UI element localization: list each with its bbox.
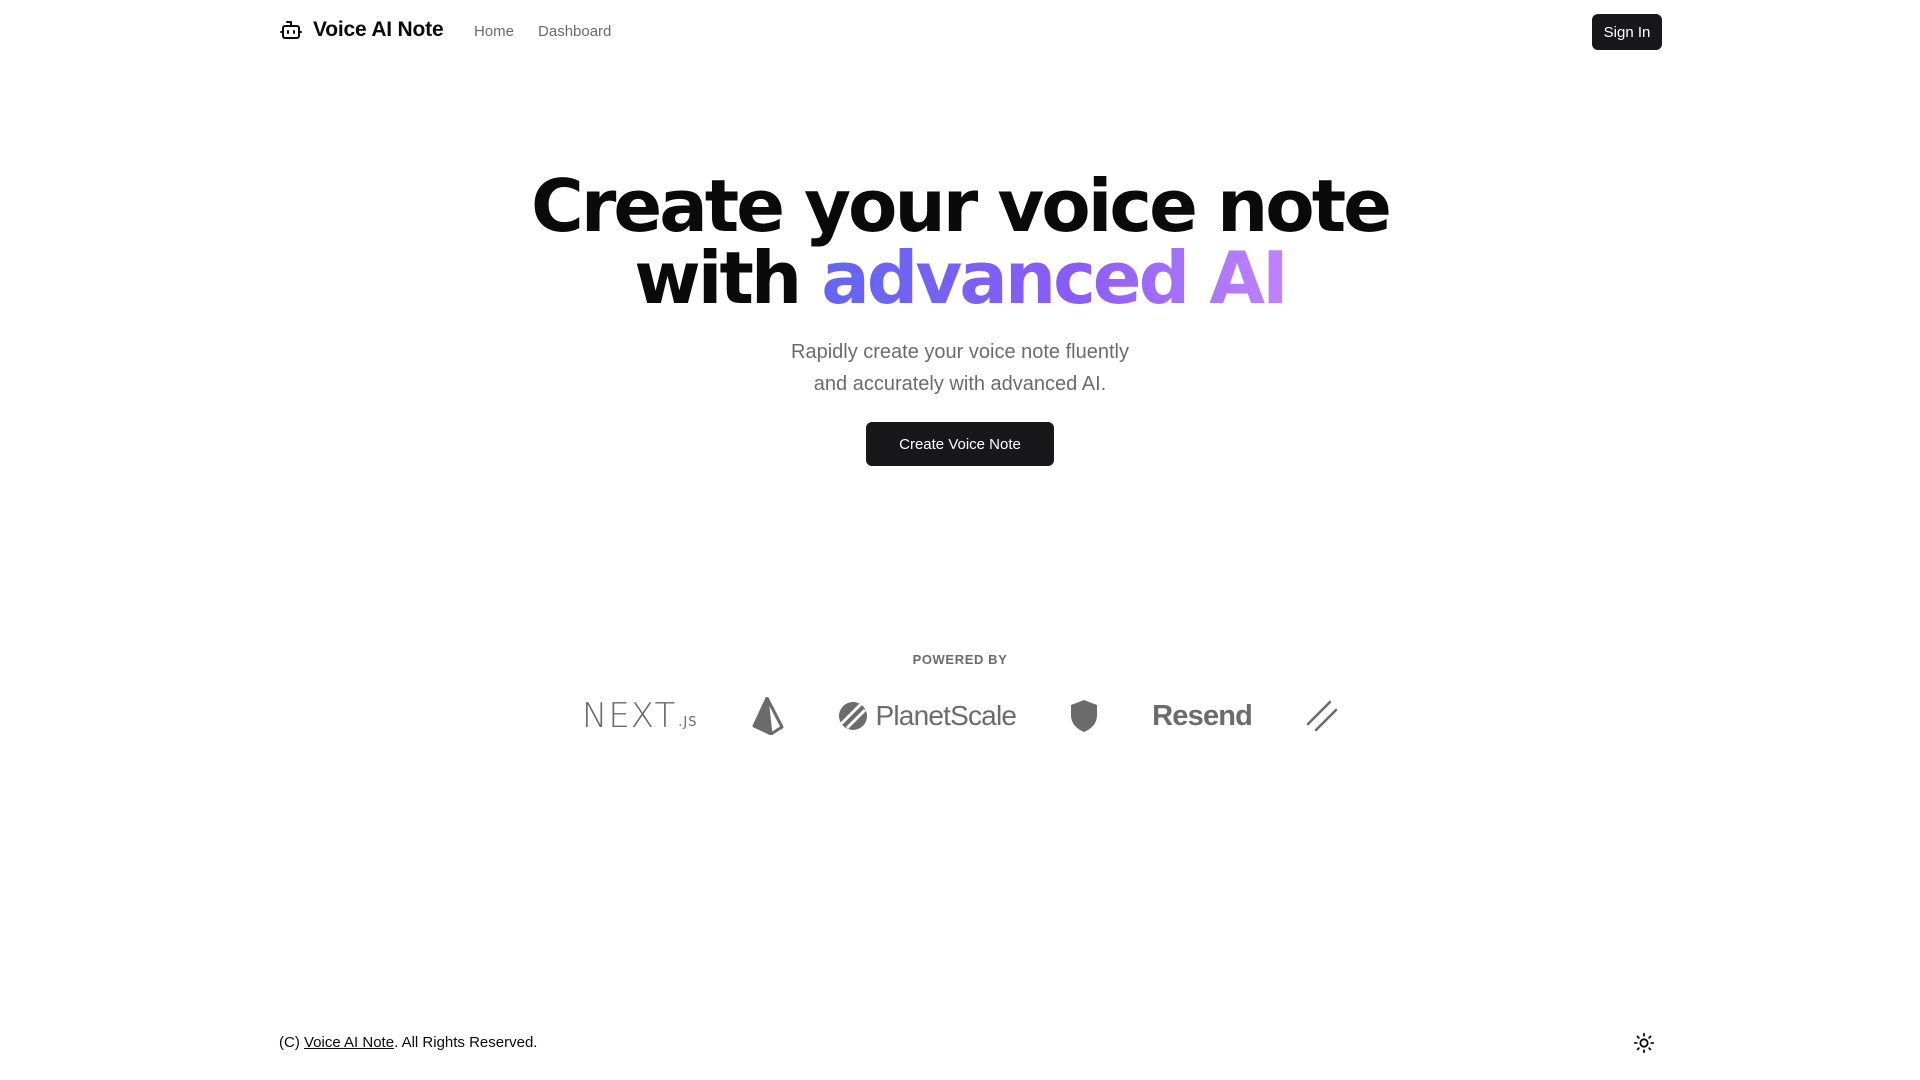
- powered-by-label: POWERED BY: [912, 652, 1008, 667]
- nextjs-logo-text: NEXT: [581, 696, 677, 736]
- footer-suffix: . All Rights Reserved.: [394, 1034, 538, 1051]
- hero-subtitle-line2: and accurately with advanced AI.: [813, 373, 1107, 395]
- theme-toggle-button[interactable]: [1632, 1031, 1656, 1055]
- footer-brand-link[interactable]: Voice AI Note: [304, 1034, 394, 1051]
- nextjs-logo: NEXT .JS: [582, 696, 698, 736]
- hero-title-highlight: advanced AI: [821, 236, 1289, 320]
- nav-dashboard-link[interactable]: Dashboard: [538, 23, 611, 40]
- site-footer: (C) Voice AI Note. All Rights Reserved.: [279, 1034, 537, 1051]
- planetscale-logo: PlanetScale: [838, 700, 1017, 732]
- powered-by-logos: NEXT .JS PlanetScale Resend: [0, 696, 1920, 736]
- resend-logo: Resend: [1152, 699, 1253, 732]
- planetscale-mark-icon: [838, 702, 867, 730]
- nextjs-logo-suffix: .JS: [678, 715, 698, 730]
- hero-subtitle: Rapidly create your voice note fluently …: [0, 336, 1920, 400]
- robot-icon: [280, 21, 302, 39]
- slash-logo: [1306, 700, 1338, 732]
- sign-in-button[interactable]: Sign In: [1592, 14, 1662, 50]
- hero-title-with: with: [634, 236, 822, 320]
- brand-link[interactable]: Voice AI Note: [279, 18, 444, 42]
- hero-section: Create your voice note with advanced AI …: [0, 170, 1920, 466]
- hero-subtitle-line1: Rapidly create your voice note fluently: [791, 341, 1129, 363]
- site-header: Voice AI Note Home Dashboard Sign In: [0, 0, 1920, 64]
- planetscale-logo-text: PlanetScale: [875, 700, 1017, 731]
- nav-home-link[interactable]: Home: [474, 23, 514, 40]
- brand-name: Voice AI Note: [313, 18, 444, 41]
- create-voice-note-button[interactable]: Create Voice Note: [866, 422, 1054, 466]
- footer-prefix: (C): [279, 1034, 304, 1051]
- sun-icon: [1633, 1032, 1655, 1054]
- main-nav: Home Dashboard: [474, 23, 611, 40]
- prisma-logo: [752, 697, 783, 735]
- hero-title: Create your voice note with advanced AI: [0, 170, 1920, 314]
- shield-logo: [1071, 700, 1098, 732]
